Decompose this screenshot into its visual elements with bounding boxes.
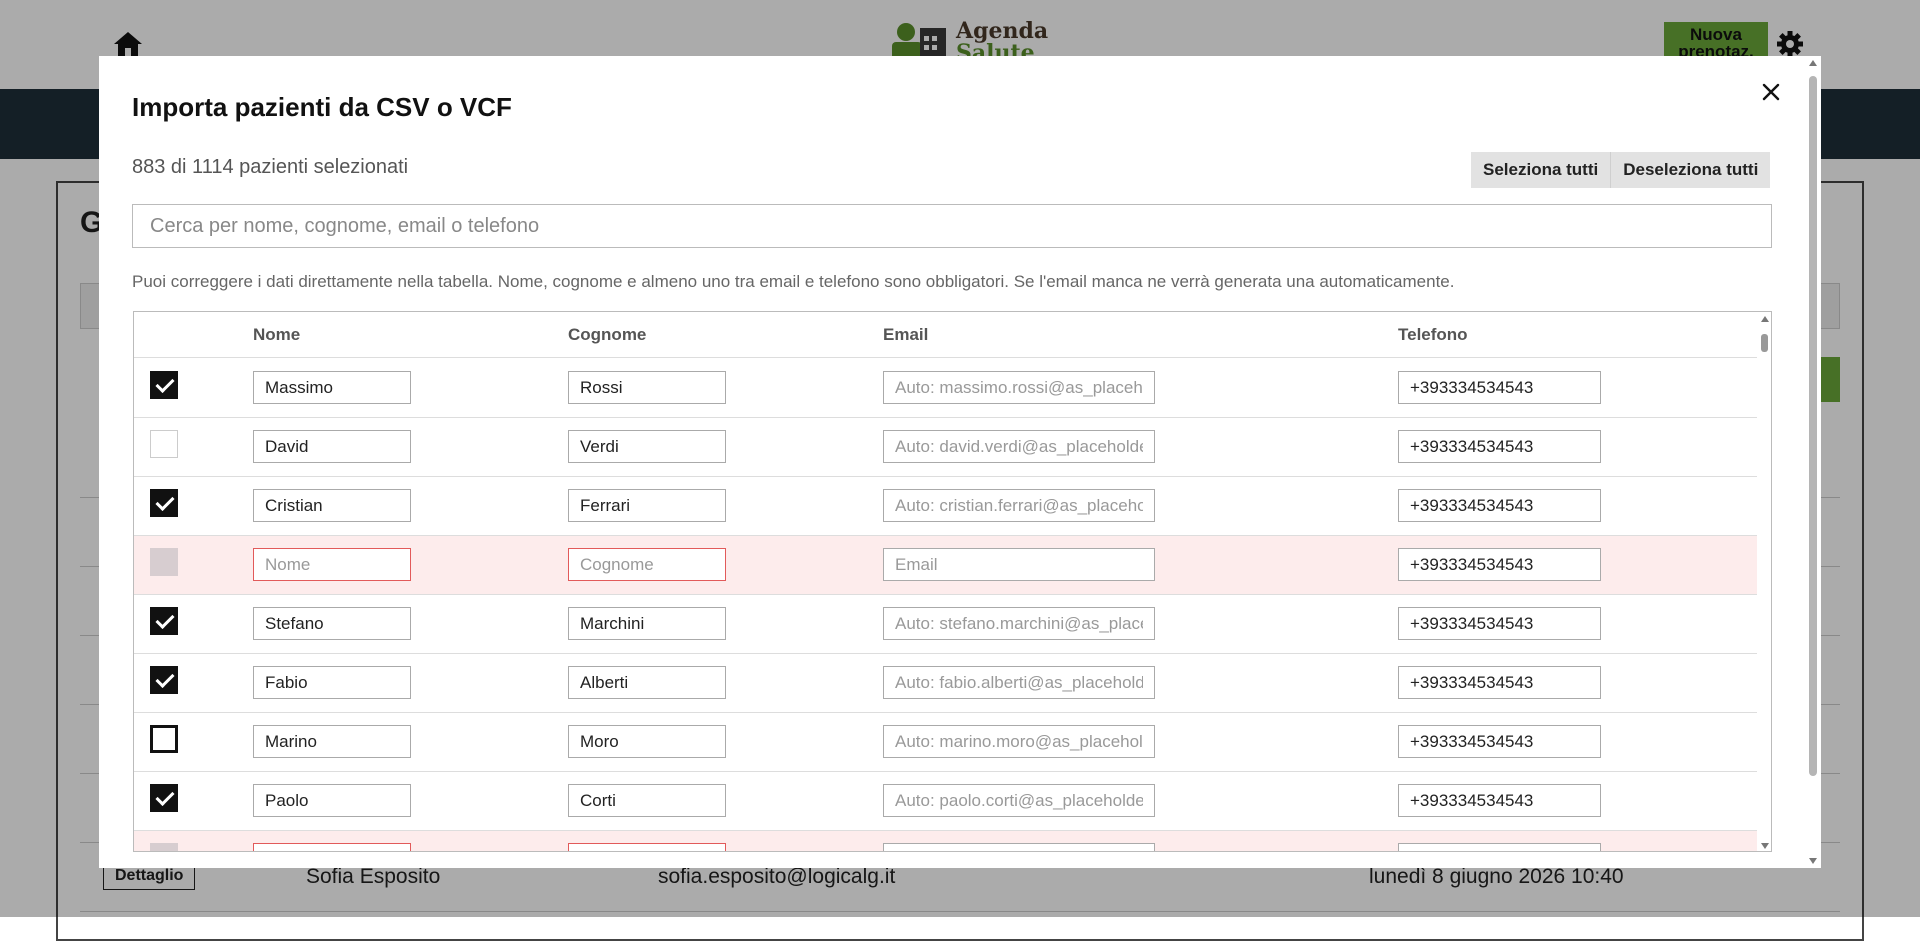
scroll-down-icon[interactable] <box>1761 843 1769 849</box>
phone-field[interactable] <box>1398 489 1601 522</box>
surname-field[interactable] <box>568 548 726 581</box>
table-row <box>134 654 1757 713</box>
surname-field[interactable] <box>568 430 726 463</box>
scroll-down-icon[interactable] <box>1809 858 1817 864</box>
import-modal: Importa pazienti da CSV o VCF 883 di 111… <box>99 56 1821 868</box>
row-checkbox <box>150 843 178 851</box>
table-scroll-thumb[interactable] <box>1761 334 1768 352</box>
scroll-up-icon[interactable] <box>1809 60 1817 66</box>
phone-field[interactable] <box>1398 784 1601 817</box>
email-field[interactable] <box>883 489 1155 522</box>
phone-field[interactable] <box>1398 548 1601 581</box>
email-field[interactable] <box>883 666 1155 699</box>
email-field[interactable] <box>883 548 1155 581</box>
row-checkbox[interactable] <box>150 489 178 517</box>
surname-field[interactable] <box>568 843 726 851</box>
email-field[interactable] <box>883 607 1155 640</box>
email-field[interactable] <box>883 784 1155 817</box>
table-header: Nome Cognome Email Telefono <box>134 312 1757 358</box>
name-field[interactable] <box>253 371 411 404</box>
phone-field[interactable] <box>1398 371 1601 404</box>
modal-scroll-thumb[interactable] <box>1809 76 1817 776</box>
selection-buttons: Seleziona tutti Deseleziona tutti <box>1471 152 1771 188</box>
phone-field[interactable] <box>1398 430 1601 463</box>
table-row <box>134 477 1757 536</box>
close-icon[interactable] <box>1756 77 1786 107</box>
row-checkbox[interactable] <box>150 784 178 812</box>
name-field[interactable] <box>253 725 411 758</box>
email-field[interactable] <box>883 843 1155 851</box>
surname-field[interactable] <box>568 371 726 404</box>
deselect-all-button[interactable]: Deseleziona tutti <box>1610 152 1771 188</box>
column-header-cognome: Cognome <box>568 325 647 344</box>
name-field[interactable] <box>253 843 411 851</box>
help-text: Puoi correggere i dati direttamente nell… <box>132 272 1455 291</box>
row-checkbox[interactable] <box>150 607 178 635</box>
table-row <box>134 536 1757 595</box>
row-checkbox[interactable] <box>150 725 178 753</box>
name-field[interactable] <box>253 784 411 817</box>
phone-field[interactable] <box>1398 843 1601 851</box>
column-header-nome: Nome <box>253 325 301 344</box>
column-header-telefono: Telefono <box>1398 325 1468 344</box>
name-field[interactable] <box>253 430 411 463</box>
phone-field[interactable] <box>1398 725 1601 758</box>
surname-field[interactable] <box>568 784 726 817</box>
modal-scrollbar[interactable] <box>1805 56 1821 868</box>
scroll-up-icon[interactable] <box>1761 316 1769 322</box>
phone-field[interactable] <box>1398 607 1601 640</box>
search-input[interactable] <box>132 204 1772 248</box>
row-checkbox <box>150 548 178 576</box>
table-row <box>134 713 1757 772</box>
table-row <box>134 595 1757 654</box>
selection-count: 883 di 1114 pazienti selezionati <box>132 156 409 178</box>
name-field[interactable] <box>253 607 411 640</box>
select-all-button[interactable]: Seleziona tutti <box>1471 152 1611 188</box>
email-field[interactable] <box>883 725 1155 758</box>
table-scrollbar[interactable] <box>1757 312 1771 851</box>
row-checkbox[interactable] <box>150 430 178 458</box>
surname-field[interactable] <box>568 666 726 699</box>
table-row <box>134 359 1757 418</box>
name-field[interactable] <box>253 489 411 522</box>
table-row <box>134 772 1757 831</box>
surname-field[interactable] <box>568 489 726 522</box>
email-field[interactable] <box>883 430 1155 463</box>
phone-field[interactable] <box>1398 666 1601 699</box>
name-field[interactable] <box>253 666 411 699</box>
row-checkbox[interactable] <box>150 666 178 694</box>
name-field[interactable] <box>253 548 411 581</box>
surname-field[interactable] <box>568 725 726 758</box>
patients-table: Nome Cognome Email Telefono <box>133 311 1772 852</box>
email-field[interactable] <box>883 371 1155 404</box>
modal-title: Importa pazienti da CSV o VCF <box>132 92 512 122</box>
row-checkbox[interactable] <box>150 371 178 399</box>
surname-field[interactable] <box>568 607 726 640</box>
table-row <box>134 418 1757 477</box>
table-row <box>134 831 1757 851</box>
column-header-email: Email <box>883 325 929 344</box>
